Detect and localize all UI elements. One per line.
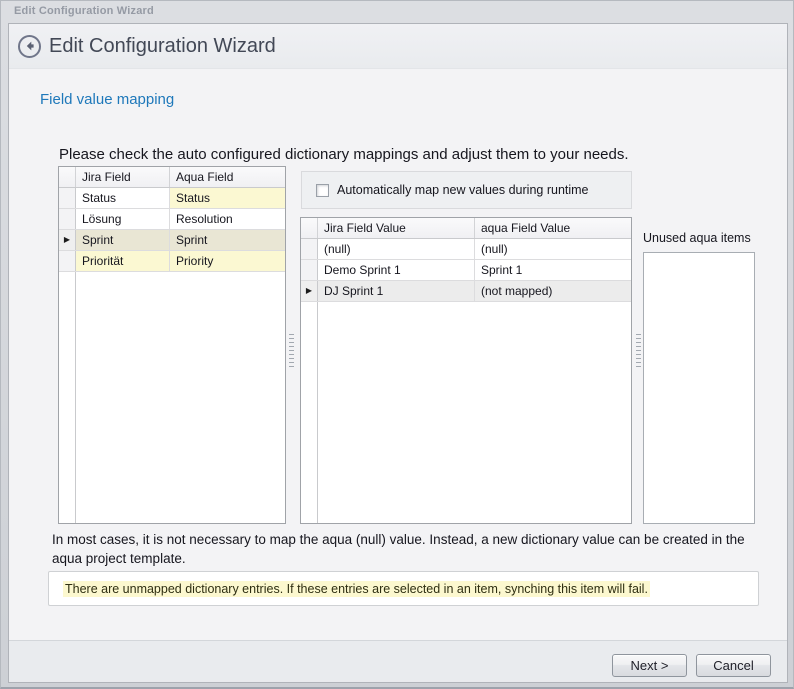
row-selector-header: [301, 218, 318, 238]
footer-bar: Next > Cancel: [9, 640, 787, 682]
row-selector[interactable]: [301, 239, 318, 259]
current-row-arrow-icon: ▶: [64, 236, 70, 244]
jira-field-cell[interactable]: Lösung: [76, 209, 170, 229]
value-grid-empty-area: [301, 302, 631, 523]
splitter-right[interactable]: [636, 334, 641, 368]
jira-field-cell[interactable]: Priorität: [76, 251, 170, 271]
field-row-status[interactable]: Status Status: [59, 188, 285, 209]
wizard-header: Edit Configuration Wizard: [9, 24, 787, 69]
field-mapping-grid[interactable]: Jira Field Aqua Field Status Status Lösu…: [58, 166, 286, 524]
row-selector[interactable]: [59, 209, 76, 229]
page-title: Edit Configuration Wizard: [49, 35, 276, 58]
back-button[interactable]: [18, 35, 41, 58]
row-selector[interactable]: [301, 260, 318, 280]
row-selector[interactable]: ▶: [59, 230, 76, 250]
jira-value-cell[interactable]: Demo Sprint 1: [318, 260, 475, 280]
aqua-value-cell[interactable]: (not mapped): [475, 281, 631, 301]
unused-aqua-items-list[interactable]: [643, 252, 755, 524]
jira-field-cell[interactable]: Sprint: [76, 230, 170, 250]
auto-map-panel: Automatically map new values during runt…: [301, 171, 632, 209]
aqua-field-cell[interactable]: Resolution: [170, 209, 285, 229]
value-row-dj-sprint-selected[interactable]: ▶ DJ Sprint 1 (not mapped): [301, 281, 631, 302]
value-mapping-grid[interactable]: Jira Field Value aqua Field Value (null)…: [300, 217, 632, 524]
next-button[interactable]: Next >: [612, 654, 687, 677]
jira-value-cell[interactable]: DJ Sprint 1: [318, 281, 475, 301]
unused-aqua-items-label: Unused aqua items: [643, 231, 751, 245]
current-row-arrow-icon: ▶: [306, 287, 312, 295]
help-text: In most cases, it is not necessary to ma…: [52, 530, 758, 568]
wizard-form: Edit Configuration Wizard Field value ma…: [8, 23, 788, 683]
column-header-aqua-field-value[interactable]: aqua Field Value: [475, 218, 631, 238]
field-row-sprint-selected[interactable]: ▶ Sprint Sprint: [59, 230, 285, 251]
splitter-left[interactable]: [289, 334, 294, 368]
jira-field-cell[interactable]: Status: [76, 188, 170, 208]
wizard-body: Field value mapping Please check the aut…: [9, 69, 787, 682]
edit-configuration-wizard-window: Edit Configuration Wizard Edit Configura…: [0, 0, 794, 689]
value-row-demo-sprint[interactable]: Demo Sprint 1 Sprint 1: [301, 260, 631, 281]
value-row-null[interactable]: (null) (null): [301, 239, 631, 260]
jira-value-cell[interactable]: (null): [318, 239, 475, 259]
aqua-value-cell[interactable]: Sprint 1: [475, 260, 631, 280]
warning-text: There are unmapped dictionary entries. I…: [63, 581, 650, 597]
column-header-jira-field-value[interactable]: Jira Field Value: [318, 218, 475, 238]
row-selector[interactable]: [59, 251, 76, 271]
window-title: Edit Configuration Wizard: [14, 5, 154, 17]
aqua-field-cell[interactable]: Priority: [170, 251, 285, 271]
column-header-aqua-field[interactable]: Aqua Field: [170, 167, 285, 187]
row-selector-header: [59, 167, 76, 187]
instruction-text: Please check the auto configured diction…: [59, 146, 629, 163]
column-header-jira-field[interactable]: Jira Field: [76, 167, 170, 187]
field-row-prioritaet[interactable]: Priorität Priority: [59, 251, 285, 272]
warning-box: There are unmapped dictionary entries. I…: [48, 571, 759, 606]
row-selector[interactable]: [59, 188, 76, 208]
window-titlebar[interactable]: Edit Configuration Wizard: [1, 1, 793, 22]
field-row-loesung[interactable]: Lösung Resolution: [59, 209, 285, 230]
aqua-field-cell[interactable]: Sprint: [170, 230, 285, 250]
cancel-button[interactable]: Cancel: [696, 654, 771, 677]
aqua-value-cell[interactable]: (null): [475, 239, 631, 259]
row-selector[interactable]: ▶: [301, 281, 318, 301]
field-grid-empty-area: [59, 272, 285, 523]
aqua-field-cell[interactable]: Status: [170, 188, 285, 208]
auto-map-checkbox[interactable]: [316, 184, 329, 197]
field-grid-header: Jira Field Aqua Field: [59, 167, 285, 188]
step-subtitle: Field value mapping: [40, 91, 174, 108]
value-grid-header: Jira Field Value aqua Field Value: [301, 218, 631, 239]
back-arrow-icon: [24, 40, 36, 52]
auto-map-label: Automatically map new values during runt…: [337, 183, 589, 197]
